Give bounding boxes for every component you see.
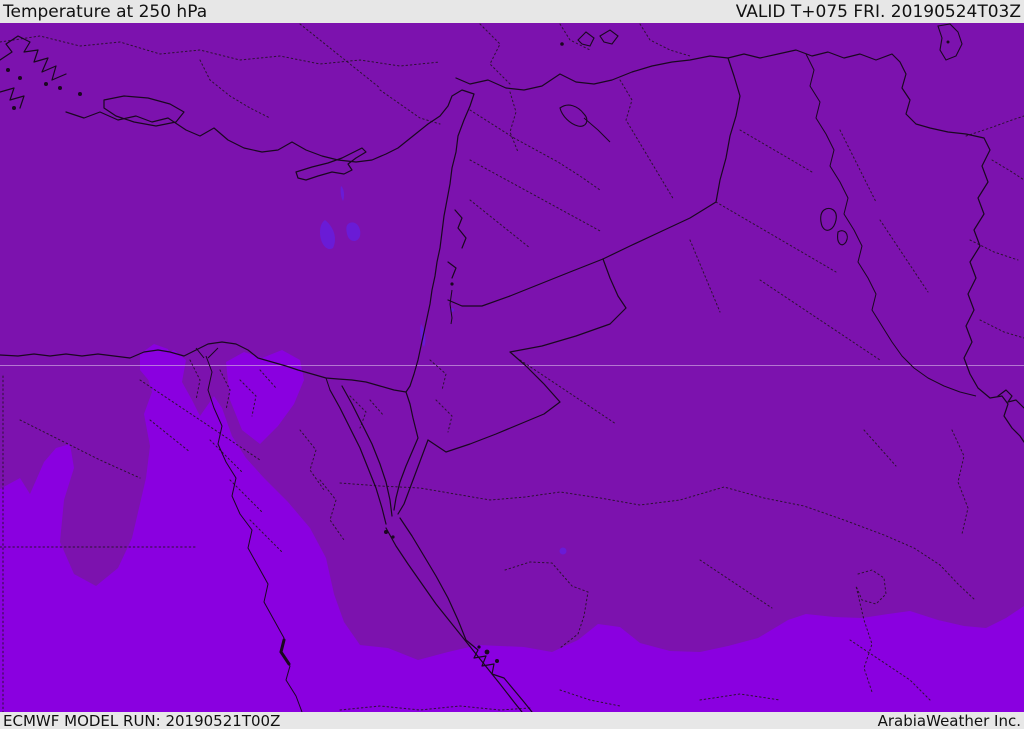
model-run-label: ECMWF MODEL RUN: 20190521T00Z: [3, 712, 281, 729]
brand-label: ArabiaWeather Inc.: [877, 712, 1021, 729]
weather-map-screen: Temperature at 250 hPa VALID T+075 FRI. …: [0, 0, 1024, 729]
warm-region-overlay: [0, 344, 1024, 712]
valid-time-label: VALID T+075 FRI. 20190524T03Z: [735, 2, 1021, 22]
map-title: Temperature at 250 hPa: [3, 2, 208, 22]
footer-bar: ECMWF MODEL RUN: 20190521T00Z ArabiaWeat…: [0, 712, 1024, 729]
header-bar: Temperature at 250 hPa VALID T+075 FRI. …: [0, 0, 1024, 23]
map-area: [0, 23, 1024, 712]
weather-map: [0, 23, 1024, 712]
